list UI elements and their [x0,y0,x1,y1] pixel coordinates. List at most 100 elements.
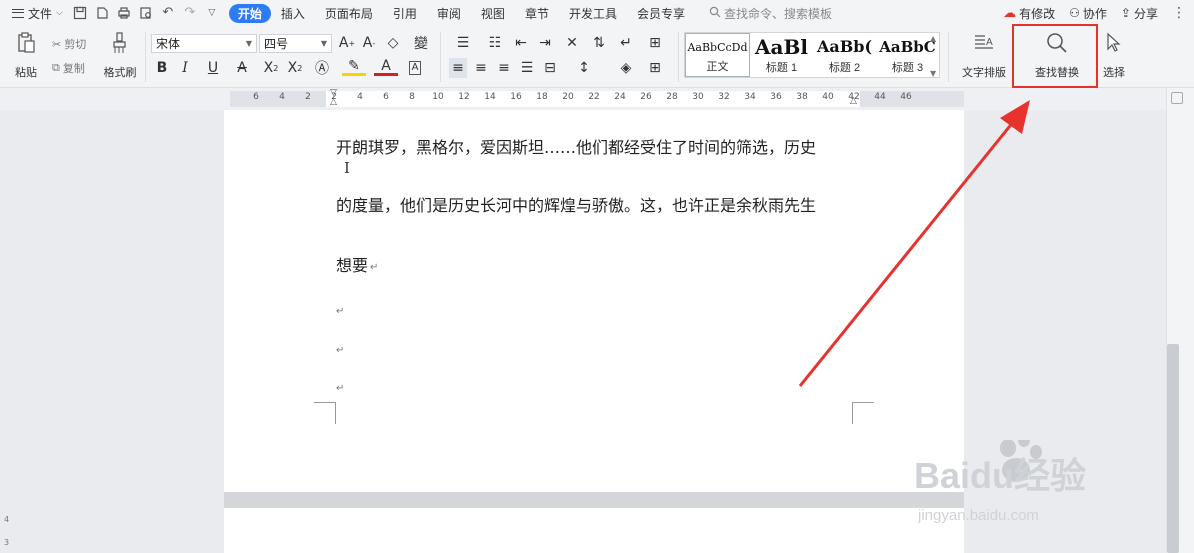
increase-indent-icon[interactable]: ⇥ [536,33,554,53]
tab-section[interactable]: 章节 [515,2,559,24]
tab-home[interactable]: 开始 [228,3,271,23]
style-heading-2[interactable]: AaBb( 标题 2 [813,33,876,77]
chinese-layout-icon[interactable]: ✕ [560,33,584,53]
text-effect-icon[interactable]: Ⓐ [310,58,334,78]
command-search[interactable]: 查找命令、搜索模板 [709,5,832,22]
decrease-indent-icon[interactable]: ⇤ [512,33,530,53]
scroll-top-icon[interactable] [1171,92,1183,104]
format-painter-button[interactable]: 格式刷 [102,30,138,80]
style-caption: 标题 3 [891,62,924,74]
paragraph-line[interactable]: 想要 [336,252,368,276]
ruler-number: 12 [458,92,470,102]
shrink-font-icon[interactable]: A- [360,33,378,53]
share-button[interactable]: ⇪ 分享 [1121,5,1158,22]
align-left-icon[interactable]: ≡ [449,58,467,78]
customize-quick-access-icon[interactable]: ▽ [205,6,219,20]
grow-font-icon[interactable]: A + [338,33,356,53]
scrollbar-thumb[interactable] [1167,344,1179,553]
right-indent-marker[interactable]: △ [850,96,857,106]
document-page[interactable]: 开朗琪罗，黑格尔，爱因斯坦……他们都经受住了时间的筛选，历史 I 的度量，他们是… [224,110,964,492]
more-menu-icon[interactable]: ⋮ [1172,5,1186,21]
style-preview: AaBl [755,36,808,58]
cut-button[interactable]: ✂ 剪切 [52,36,86,52]
underline-icon[interactable]: U [199,58,227,78]
superscript-icon[interactable]: X2 [262,58,280,78]
select-button[interactable]: 选择 [1098,30,1130,80]
revise-button[interactable]: ☁ 有修改 [1003,5,1055,22]
tab-developer[interactable]: 开发工具 [559,2,627,24]
style-heading-1[interactable]: AaBl 标题 1 [750,33,813,77]
ruler-number: 2 [305,92,311,102]
crop-mark-left [314,402,336,424]
font-size-select[interactable]: 四号 ▼ [259,34,332,53]
character-border-icon[interactable]: A [406,58,424,78]
export-icon[interactable] [95,6,109,20]
return-mark: ↵ [370,262,379,273]
tab-references[interactable]: 引用 [383,2,427,24]
table-grid-icon[interactable]: ⊞ [644,33,666,53]
redo-icon[interactable]: ↷ [183,6,197,20]
line-spacing-icon[interactable]: ↕ [572,58,596,78]
svg-text:A: A [986,37,993,48]
tab-member[interactable]: 会员专享 [627,2,695,24]
font-color-icon[interactable]: A [374,58,398,76]
command-search-placeholder: 查找命令、搜索模板 [723,6,832,21]
file-menu[interactable]: 文件 ⌵ [0,2,69,24]
justify-icon[interactable]: ☰ [518,58,536,78]
paragraph-line[interactable]: 开朗琪罗，黑格尔，爱因斯坦……他们都经受住了时间的筛选，历史 [336,134,816,158]
numbered-list-icon[interactable]: ☷ [482,33,508,53]
clear-format-icon[interactable]: ◇ [384,33,402,53]
phonetic-guide-icon[interactable]: 變 [408,33,434,53]
print-icon[interactable] [117,6,131,20]
strikethrough-icon[interactable]: A [230,58,254,78]
align-center-icon[interactable]: ≡ [472,58,490,78]
show-marks-icon[interactable]: ↵ [614,33,638,53]
collab-button[interactable]: ⚇ 协作 [1069,5,1107,22]
tab-review[interactable]: 审阅 [427,2,471,24]
vertical-ruler-mark: 3 [4,538,10,547]
distributed-align-icon[interactable]: ⊟ [541,58,559,78]
ruler-number: 44 [874,92,886,102]
paste-label: 粘贴 [15,66,37,79]
copy-button[interactable]: ⧉ 复制 [52,60,85,76]
font-name-select[interactable]: 宋体 ▼ [151,34,257,53]
document-page-2[interactable] [224,508,964,553]
text-layout-label: 文字排版 [962,66,1006,79]
bold-icon[interactable]: B [153,58,171,78]
italic-icon[interactable]: I [176,58,194,78]
tab-view[interactable]: 视图 [471,2,515,24]
page-gap [224,492,964,508]
save-icon[interactable] [73,6,87,20]
text-layout-button[interactable]: A 文字排版 [956,30,1012,80]
paste-button[interactable]: 粘贴 [10,30,42,80]
style-gallery-scroll[interactable]: ▲ ▼ [930,34,942,78]
style-gallery: AaBbCcDd 正文 AaBl 标题 1 AaBb( 标题 2 AaBbC 标… [684,32,940,78]
brush-icon [111,30,129,56]
chevron-down-icon: ▼ [930,69,937,78]
borders-icon[interactable]: ⊞ [644,58,666,78]
subscript-icon[interactable]: X2 [286,58,304,78]
align-right-icon[interactable]: ≡ [495,58,513,78]
tab-page-layout[interactable]: 页面布局 [315,2,383,24]
font-name-value: 宋体 [156,37,181,51]
style-preview: AaBbCcDd [687,41,748,54]
indent-marker[interactable]: ▽ △ [330,89,337,107]
shading-icon[interactable]: ◈ [614,58,638,78]
ruler-number: 10 [432,92,444,102]
ribbon-divider [145,32,146,82]
undo-icon[interactable]: ↶ [161,6,175,20]
ruler-number: 4 [279,92,285,102]
ribbon-divider [678,32,679,82]
find-replace-highlight-box [1012,24,1098,88]
paragraph-line[interactable]: 的度量，他们是历史长河中的辉煌与骄傲。这，也许正是余秋雨先生 [336,192,816,216]
bullet-list-icon[interactable]: ☰ [450,33,476,53]
print-preview-icon[interactable] [139,6,153,20]
highlight-color-icon[interactable]: ✎ [342,58,366,76]
ruler-number: 4 [357,92,363,102]
return-mark: ↵ [336,306,345,317]
style-normal[interactable]: AaBbCcDd 正文 [685,33,750,77]
crop-mark-right [852,402,874,424]
ribbon-divider [948,32,949,82]
sort-icon[interactable]: ⇅ [590,33,608,53]
tab-insert[interactable]: 插入 [271,2,315,24]
